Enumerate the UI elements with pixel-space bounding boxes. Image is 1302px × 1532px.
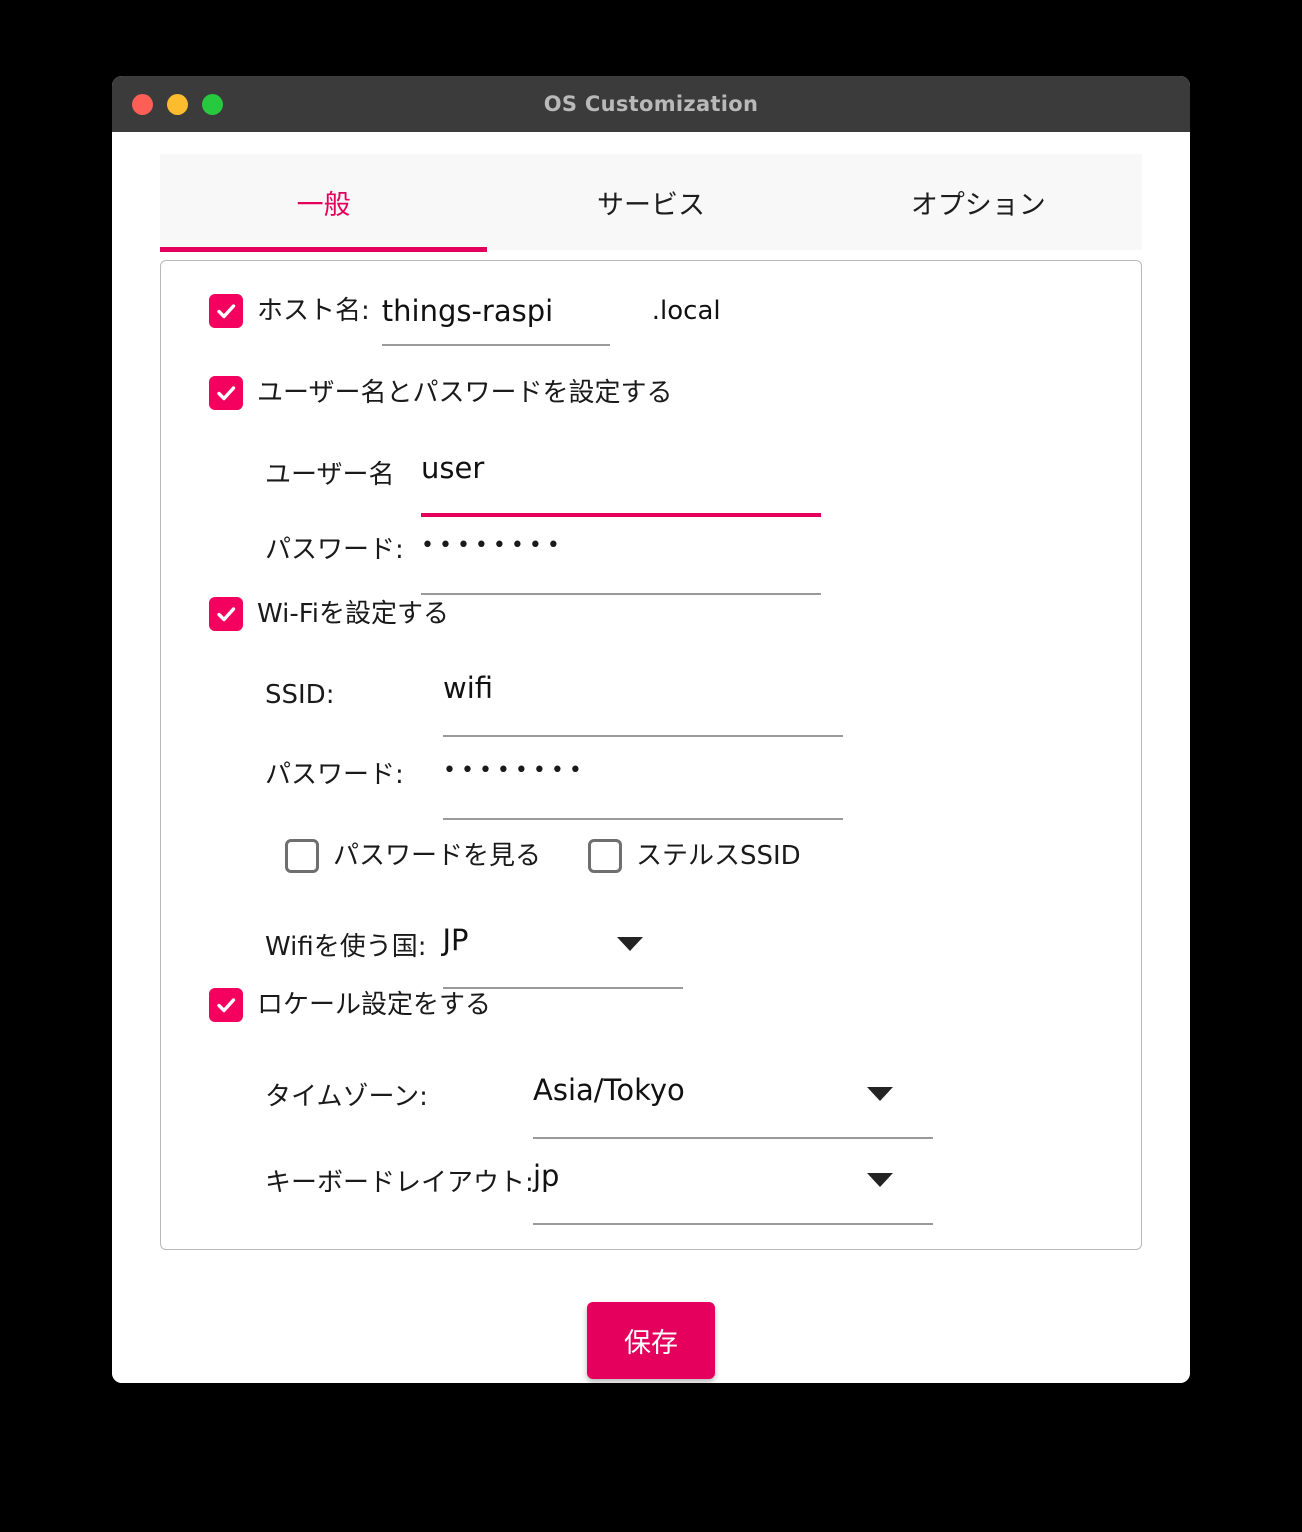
hostname-value: things-raspi	[381, 294, 554, 328]
hostname-checkbox[interactable]	[209, 294, 243, 328]
show-password-row: パスワードを見る	[285, 839, 541, 873]
set-user-label: ユーザー名とパスワードを設定する	[257, 378, 673, 408]
keyboard-row: キーボードレイアウト: jp	[265, 1159, 933, 1225]
ssid-label: SSID:	[265, 680, 335, 710]
maximize-icon[interactable]	[202, 93, 223, 115]
hidden-ssid-label: ステルスSSID	[636, 841, 801, 871]
footer-actions: 保存	[112, 1302, 1190, 1379]
wifi-password-row: パスワード: ••••••••	[265, 754, 843, 820]
wifi-password-label: パスワード:	[265, 760, 404, 790]
ssid-input[interactable]: wifi	[443, 671, 843, 737]
check-icon	[217, 998, 236, 1013]
save-button[interactable]: 保存	[587, 1302, 715, 1379]
show-password-label: パスワードを見る	[333, 841, 542, 871]
check-icon	[217, 607, 236, 622]
show-password-checkbox[interactable]	[285, 839, 319, 873]
general-settings-panel: ホスト名: things-raspi .local ユーザー名とパスワードを設定…	[160, 260, 1142, 1250]
wifi-password-underline	[443, 818, 843, 820]
desktop-background: OS Customization 一般 サービス オプション ホスト名: thi…	[0, 0, 1302, 1532]
hidden-ssid-checkbox[interactable]	[588, 839, 622, 873]
chevron-down-icon	[867, 1087, 893, 1101]
wifi-password-input[interactable]: ••••••••	[443, 754, 843, 820]
wifi-country-dropdown[interactable]: JP	[442, 923, 683, 989]
wifi-country-label: Wifiを使う国:	[265, 932, 427, 962]
username-row: ユーザー名 user	[265, 451, 821, 517]
timezone-row: タイムゾーン: Asia/Tokyo	[265, 1073, 933, 1139]
username-input[interactable]: user	[421, 451, 821, 517]
set-locale-label: ロケール設定をする	[257, 990, 492, 1020]
wifi-country-row: Wifiを使う国: JP	[265, 923, 683, 989]
wifi-country-value: JP	[442, 923, 469, 957]
timezone-underline	[533, 1137, 933, 1139]
check-icon	[217, 304, 236, 319]
timezone-dropdown[interactable]: Asia/Tokyo	[533, 1073, 933, 1139]
os-customization-window: OS Customization 一般 サービス オプション ホスト名: thi…	[112, 76, 1190, 1383]
username-label: ユーザー名	[265, 460, 395, 490]
set-wifi-checkbox[interactable]	[209, 597, 243, 631]
hostname-label: ホスト名:	[257, 296, 370, 326]
close-icon[interactable]	[132, 93, 153, 115]
timezone-value: Asia/Tokyo	[533, 1073, 685, 1107]
tab-general[interactable]: 一般	[160, 154, 488, 252]
keyboard-label: キーボードレイアウト:	[265, 1168, 534, 1198]
set-locale-checkbox[interactable]	[209, 988, 243, 1022]
hostname-underline	[381, 344, 610, 346]
check-icon	[217, 386, 236, 401]
keyboard-dropdown[interactable]: jp	[533, 1159, 933, 1225]
window-title: OS Customization	[543, 92, 759, 116]
user-password-input[interactable]: ••••••••	[421, 529, 821, 595]
minimize-icon[interactable]	[167, 93, 188, 115]
chevron-down-icon	[616, 937, 643, 951]
keyboard-value: jp	[533, 1159, 560, 1193]
window-controls	[132, 76, 223, 132]
keyboard-underline	[533, 1223, 933, 1225]
ssid-value: wifi	[443, 671, 494, 705]
tab-bar: 一般 サービス オプション	[160, 154, 1142, 252]
username-value: user	[421, 451, 485, 485]
user-password-underline	[421, 593, 821, 595]
set-user-row: ユーザー名とパスワードを設定する	[209, 376, 672, 410]
wifi-password-value: ••••••••	[443, 758, 587, 783]
window-body: 一般 サービス オプション ホスト名: things-raspi .local …	[112, 154, 1190, 1383]
tab-options[interactable]: オプション	[815, 154, 1142, 250]
hostname-row: ホスト名: things-raspi .local	[209, 294, 721, 346]
timezone-label: タイムゾーン:	[265, 1082, 428, 1112]
window-titlebar: OS Customization	[112, 76, 1190, 132]
chevron-down-icon	[867, 1173, 893, 1187]
user-password-label: パスワード:	[265, 535, 404, 565]
hidden-ssid-row: ステルスSSID	[588, 839, 801, 873]
tab-services[interactable]: サービス	[487, 154, 814, 250]
set-wifi-label: Wi-Fiを設定する	[257, 599, 450, 629]
username-underline	[421, 513, 821, 517]
set-user-checkbox[interactable]	[209, 376, 243, 410]
hostname-suffix: .local	[651, 296, 721, 326]
ssid-underline	[443, 735, 843, 737]
set-locale-row: ロケール設定をする	[209, 988, 491, 1022]
user-password-row: パスワード: ••••••••	[265, 529, 821, 595]
ssid-row: SSID: wifi	[265, 671, 843, 737]
user-password-value: ••••••••	[421, 533, 565, 558]
set-wifi-row: Wi-Fiを設定する	[209, 597, 449, 631]
hostname-input[interactable]: things-raspi	[381, 294, 610, 346]
